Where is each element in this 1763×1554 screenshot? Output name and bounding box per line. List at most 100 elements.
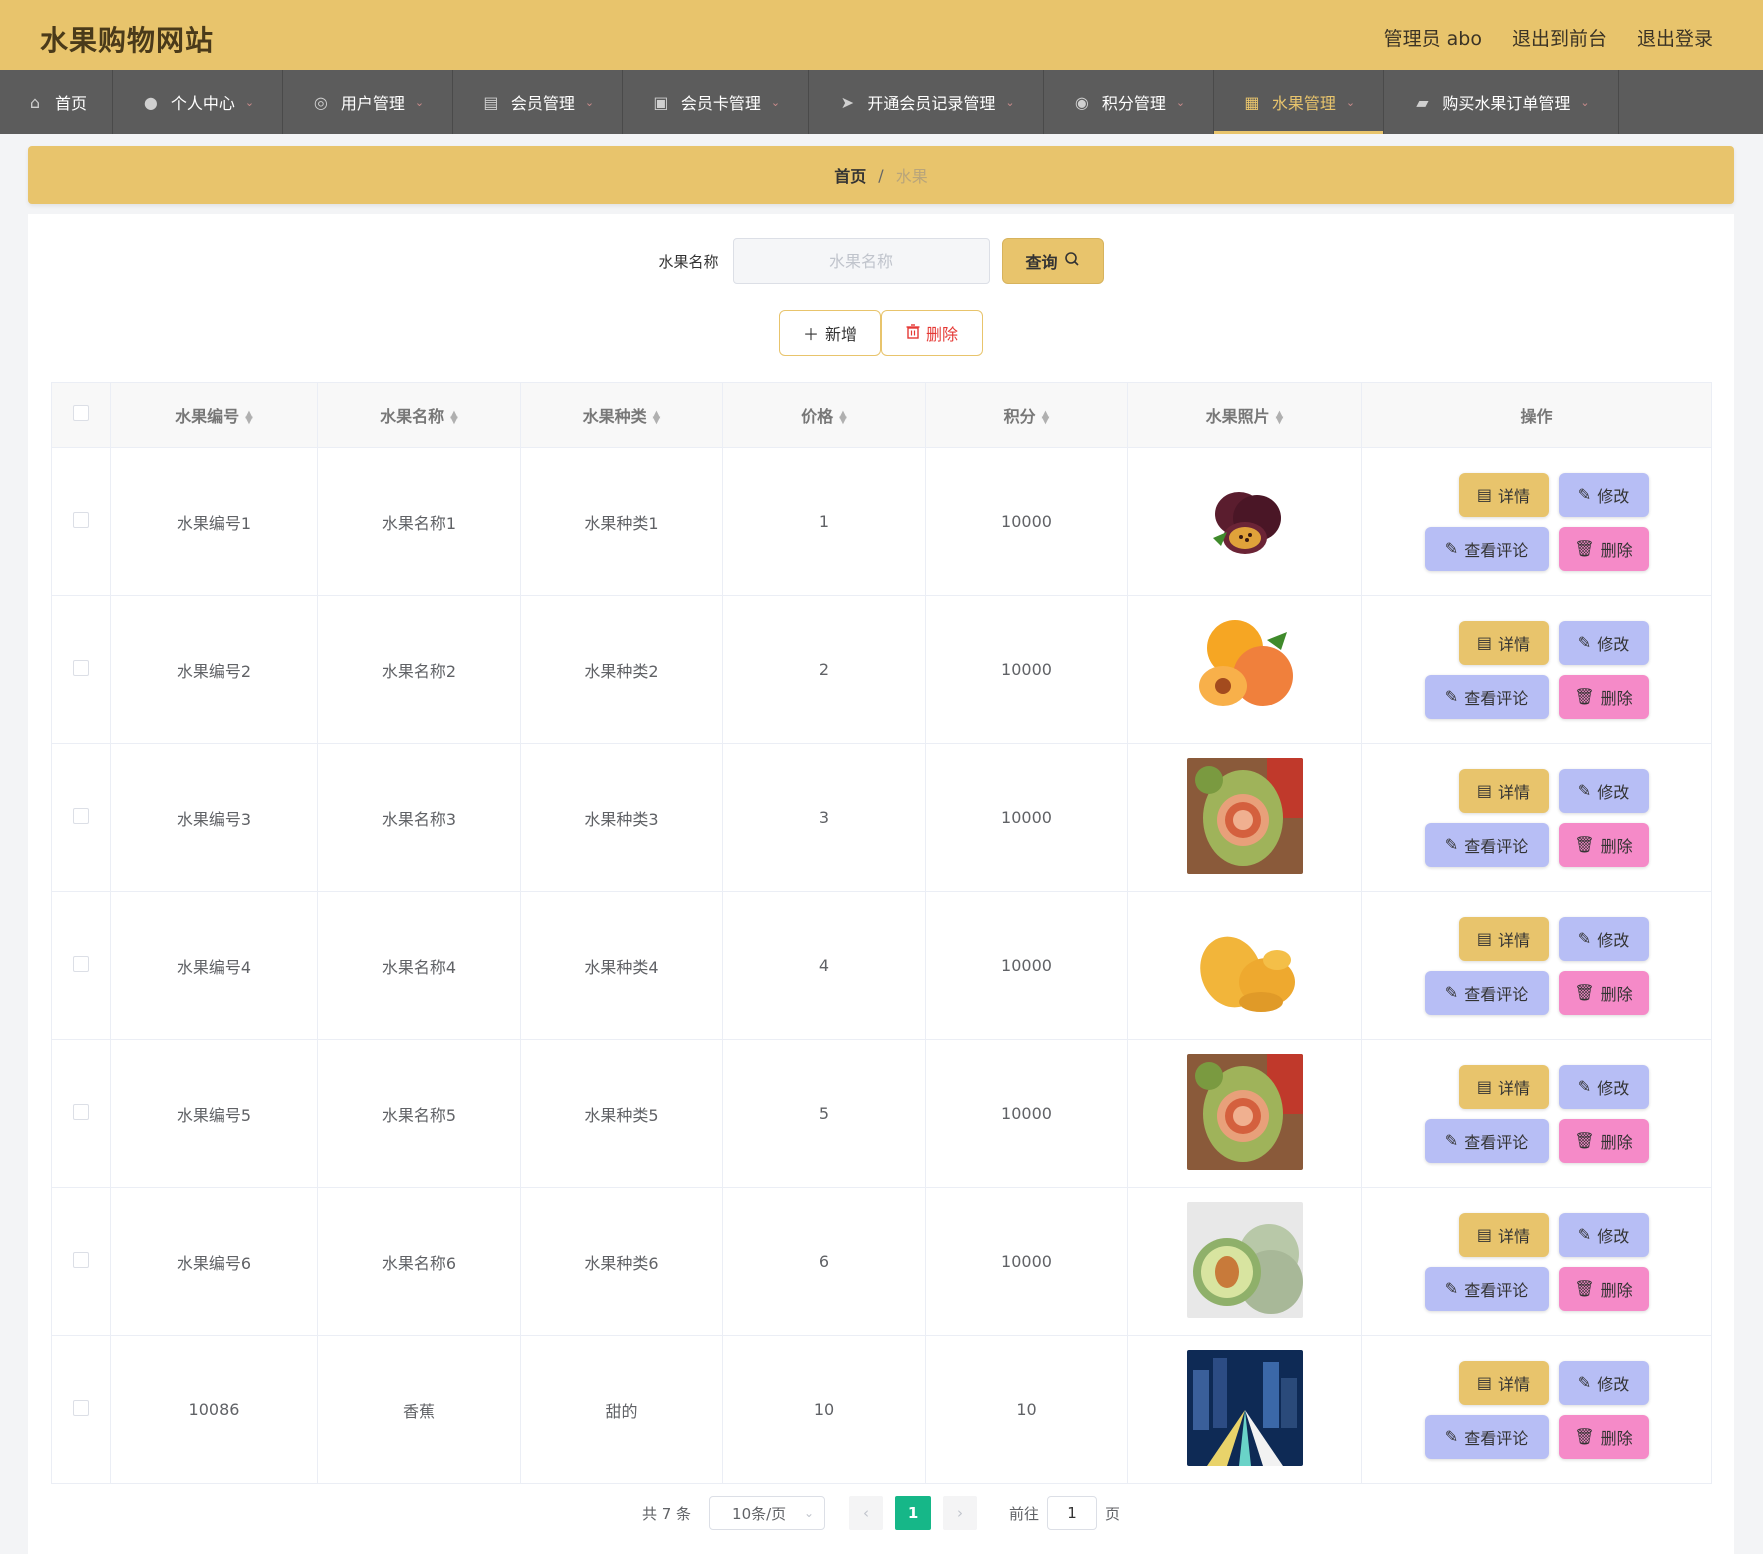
row-checkbox[interactable] [73,1251,89,1268]
select-all-checkbox[interactable] [73,405,89,421]
trash-icon: 🗑 [1574,983,1595,1002]
edit-button[interactable]: ✎ 修改 [1558,1360,1649,1405]
nav-item-personal-center[interactable]: ● 个人中心 ⌄ [113,70,283,134]
table-row: 水果编号5 水果名称5 水果种类5 5 10000 ▤ 详情 ✎ 修改 ✎ 查看评论 🗑 删除 [51,1039,1712,1188]
cell-photo [1127,1187,1362,1336]
column-header[interactable]: 水果编号 ▲ ▼ [110,382,318,448]
column-header[interactable]: 价格 ▲ ▼ [722,382,926,448]
cell-photo [1127,891,1362,1040]
edit-button[interactable]: ✎ 修改 [1558,1212,1649,1257]
row-delete-button[interactable]: 🗑 删除 [1558,526,1649,571]
view-comments-button[interactable]: ✎ 查看评论 [1424,1118,1549,1163]
sort-icon[interactable]: ▲ ▼ [1042,409,1050,425]
row-delete-label: 删除 [1600,1428,1633,1448]
view-comments-button[interactable]: ✎ 查看评论 [1424,970,1549,1015]
row-delete-button[interactable]: 🗑 删除 [1558,1266,1649,1311]
sort-icon[interactable]: ▲ ▼ [245,409,253,425]
row-checkbox[interactable] [73,1103,89,1120]
cell-operations: ▤ 详情 ✎ 修改 ✎ 查看评论 🗑 删除 [1361,595,1712,744]
nav-item-member-card-management[interactable]: ▣ 会员卡管理 ⌄ [623,70,809,134]
row-checkbox[interactable] [73,1399,89,1416]
nav-item-label: 会员管理 [510,94,575,113]
chat-icon: ▣ [653,92,669,112]
sort-icon[interactable]: ▲ ▼ [653,409,661,425]
document-icon: ▤ [1476,781,1493,800]
nav-item-label: 会员卡管理 [680,94,761,113]
goto-page-input[interactable] [1047,1496,1098,1530]
nav-item-member-management[interactable]: ▤ 会员管理 ⌄ [453,70,623,134]
row-checkbox[interactable] [73,955,89,972]
column-header[interactable]: 水果名称 ▲ ▼ [317,382,521,448]
edit-button[interactable]: ✎ 修改 [1558,472,1649,517]
breadcrumb-home[interactable]: 首页 [834,163,866,187]
detail-button[interactable]: ▤ 详情 [1458,1360,1549,1405]
cell-fruit-id: 水果编号4 [110,891,318,1040]
row-delete-button[interactable]: 🗑 删除 [1558,1414,1649,1459]
document-icon: ▤ [1476,633,1493,652]
detail-label: 详情 [1498,1226,1531,1246]
row-checkbox[interactable] [73,659,89,676]
column-header: 操作 [1361,382,1712,448]
detail-button[interactable]: ▤ 详情 [1458,1064,1549,1109]
edit-button[interactable]: ✎ 修改 [1558,1064,1649,1109]
nav-item-membership-records[interactable]: ➤ 开通会员记录管理 ⌄ [809,70,1044,134]
row-select-cell [51,891,111,1040]
plus-icon: ＋ [802,325,819,344]
row-delete-label: 删除 [1600,1280,1633,1300]
add-button[interactable]: ＋ 新增 [779,310,881,356]
row-delete-button[interactable]: 🗑 删除 [1558,970,1649,1015]
batch-delete-button[interactable]: 删除 [881,310,983,356]
nav-item-fruit-orders[interactable]: ▰ 购买水果订单管理 ⌄ [1384,70,1619,134]
prev-page-button[interactable]: ‹ [849,1496,884,1530]
edit-button[interactable]: ✎ 修改 [1558,620,1649,665]
column-header[interactable]: 水果照片 ▲ ▼ [1127,382,1362,448]
sort-icon[interactable]: ▲ ▼ [839,409,847,425]
view-comments-button[interactable]: ✎ 查看评论 [1424,822,1549,867]
search-input[interactable] [732,238,990,284]
nav-item-user-management[interactable]: ◎ 用户管理 ⌄ [283,70,453,134]
sort-icon[interactable]: ▲ ▼ [450,409,458,425]
detail-button[interactable]: ▤ 详情 [1458,1212,1549,1257]
main-nav: ⌂ 首页 ● 个人中心 ⌄ ◎ 用户管理 ⌄ ▤ 会员管理 ⌄ ▣ 会员卡管理 … [0,70,1763,134]
table-row: 水果编号4 水果名称4 水果种类4 4 10000 ▤ 详情 ✎ 修改 ✎ 查看评论 🗑 删除 [51,891,1712,1040]
nav-item-home[interactable]: ⌂ 首页 [0,70,113,134]
view-comments-button[interactable]: ✎ 查看评论 [1424,674,1549,719]
edit-button[interactable]: ✎ 修改 [1558,768,1649,813]
to-front-link[interactable]: 退出到前台 [1512,24,1607,51]
row-delete-button[interactable]: 🗑 删除 [1558,1118,1649,1163]
send-icon: ➤ [840,92,855,112]
chevron-down-icon: ⌄ [414,95,425,109]
query-button[interactable]: 查询 [1001,238,1104,284]
row-delete-button[interactable]: 🗑 删除 [1558,674,1649,719]
nav-item-fruit-management[interactable]: ▦ 水果管理 ⌄ [1214,70,1384,134]
row-delete-label: 删除 [1600,688,1633,708]
detail-button[interactable]: ▤ 详情 [1458,916,1549,961]
table-row: 水果编号3 水果名称3 水果种类3 3 10000 ▤ 详情 ✎ 修改 ✎ 查看评论 🗑 删除 [51,743,1712,892]
view-comments-button[interactable]: ✎ 查看评论 [1424,526,1549,571]
edit-button[interactable]: ✎ 修改 [1558,916,1649,961]
detail-button[interactable]: ▤ 详情 [1458,620,1549,665]
comment-label: 查看评论 [1464,1428,1529,1448]
fruit-photo [1128,905,1361,1026]
view-comments-button[interactable]: ✎ 查看评论 [1424,1266,1549,1311]
row-checkbox[interactable] [73,511,89,528]
column-header[interactable]: 积分 ▲ ▼ [925,382,1128,448]
row-delete-button[interactable]: 🗑 删除 [1558,822,1649,867]
next-page-button[interactable]: › [943,1496,978,1530]
logout-link[interactable]: 退出登录 [1637,24,1713,51]
nav-item-points-management[interactable]: ◉ 积分管理 ⌄ [1044,70,1214,134]
cell-points: 10000 [925,743,1128,892]
cell-fruit-id: 水果编号1 [110,447,318,596]
page-size-select[interactable]: 10条/页 ⌄ [709,1496,826,1530]
pencil-icon: ✎ [1444,687,1459,706]
pencil-icon: ✎ [1577,485,1592,504]
detail-button[interactable]: ▤ 详情 [1458,472,1549,517]
detail-button[interactable]: ▤ 详情 [1458,768,1549,813]
row-select-cell [51,447,111,596]
sort-icon[interactable]: ▲ ▼ [1276,409,1284,425]
page-number-button[interactable]: 1 [895,1496,932,1530]
view-comments-button[interactable]: ✎ 查看评论 [1424,1414,1549,1459]
search-form: 水果名称 查询 [28,238,1734,284]
row-checkbox[interactable] [73,807,89,824]
column-header[interactable]: 水果种类 ▲ ▼ [520,382,723,448]
